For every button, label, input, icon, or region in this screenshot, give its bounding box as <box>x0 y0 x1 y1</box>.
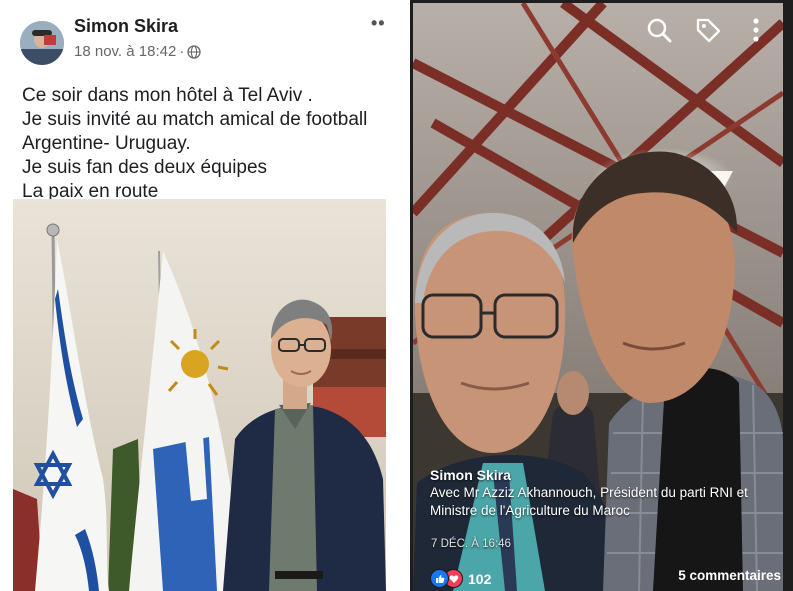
post-meta: 18 nov. à 18:42 · <box>74 43 201 60</box>
post-author-name[interactable]: Simon Skira <box>74 16 178 37</box>
meta-separator: · <box>179 43 185 60</box>
left-post-panel: Simon Skira 18 nov. à 18:42 · •• Ce soir… <box>0 0 397 591</box>
caption-author[interactable]: Simon Skira <box>430 466 785 484</box>
comments-link[interactable]: 5 commentaires <box>678 568 781 583</box>
author-avatar[interactable] <box>20 21 64 65</box>
post-photo[interactable] <box>13 199 386 591</box>
photo-caption: Simon Skira Avec Mr Azziz Akhannouch, Pr… <box>430 466 785 520</box>
more-vertical-icon[interactable] <box>750 17 762 43</box>
post-text: Ce soir dans mon hôtel à Tel Aviv . Je s… <box>22 84 392 204</box>
post-text-line: Je suis invité au match amical de footba… <box>22 109 368 130</box>
avatar-image <box>20 21 64 65</box>
post-text-line: Ce soir dans mon hôtel à Tel Aviv . <box>22 85 313 106</box>
photo-flags-scene <box>13 199 386 591</box>
tag-icon[interactable] <box>694 16 722 44</box>
caption-date: 7 DÉC. À 16:46 <box>431 538 511 550</box>
like-icon <box>430 569 449 588</box>
post-text-line: Argentine- Uruguay. <box>22 133 191 154</box>
globe-icon <box>187 44 201 59</box>
search-icon[interactable] <box>646 17 672 43</box>
post-text-line: Je suis fan des deux équipes <box>22 157 268 178</box>
post-timestamp[interactable]: 18 nov. à 18:42 <box>74 43 176 60</box>
caption-line: Avec Mr Azziz Akhannouch, Président du p… <box>430 485 748 500</box>
caption-line: Ministre de l'Agriculture du Maroc <box>430 503 630 518</box>
more-dots-icon[interactable]: •• <box>371 13 386 34</box>
reaction-count[interactable]: 102 <box>468 571 491 587</box>
reactions-bar[interactable]: 102 <box>430 569 491 588</box>
